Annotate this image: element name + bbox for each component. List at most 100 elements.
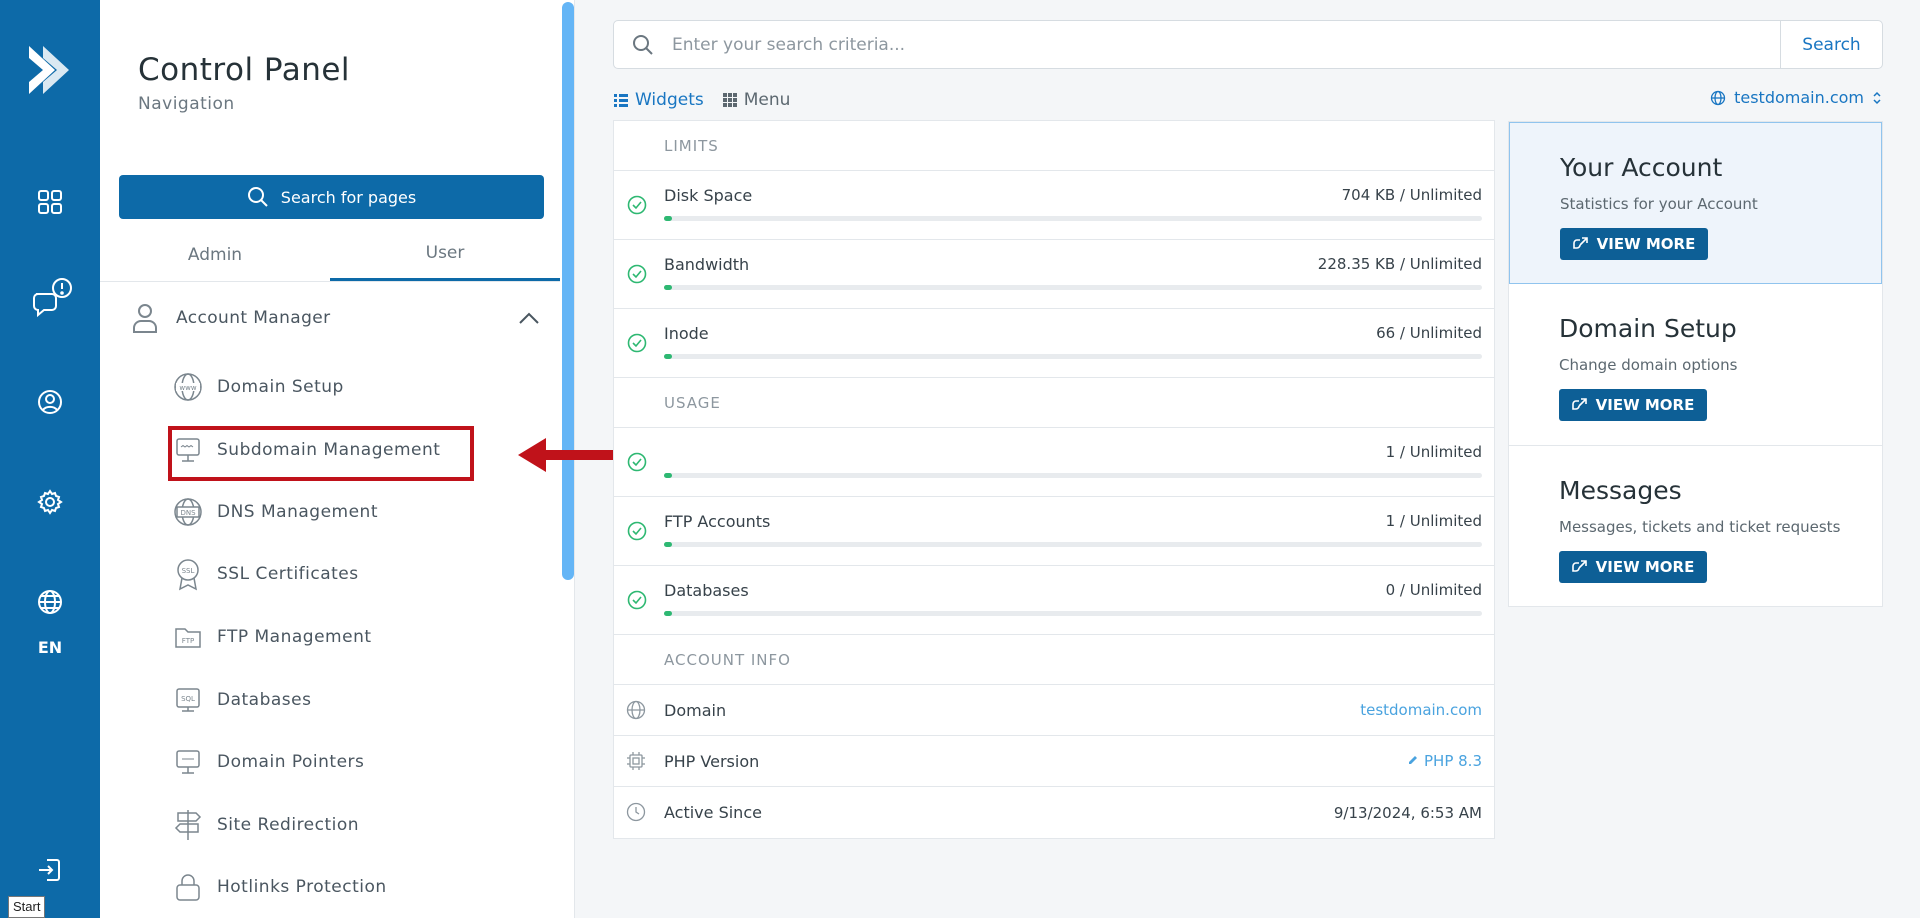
- nav-item-domain-pointers[interactable]: Domain Pointers: [173, 742, 364, 782]
- view-more-button[interactable]: VIEW MORE: [1559, 389, 1707, 421]
- settings-gear-icon[interactable]: [32, 484, 68, 520]
- nav-item-ssl-certificates[interactable]: SSL SSL Certificates: [173, 554, 359, 594]
- row-label: Domain: [664, 700, 727, 720]
- nav-item-label: FTP Management: [217, 627, 372, 647]
- start-tooltip: Start: [8, 896, 46, 918]
- row-label: Bandwidth: [664, 255, 750, 274]
- search-pages-label: Search for pages: [280, 187, 417, 207]
- updown-chevron-icon: [1873, 91, 1881, 104]
- row-label: Disk Space: [664, 186, 753, 205]
- row-value: 1 / Unlimited: [1385, 512, 1482, 530]
- globe-icon: [1710, 90, 1726, 105]
- app-rail: EN: [0, 0, 100, 918]
- language-label[interactable]: EN: [0, 638, 100, 657]
- progress-fill: [664, 473, 673, 478]
- usage-row-subdomains: 1 / Unlimited: [614, 428, 1494, 497]
- nav-item-label: Site Redirection: [217, 815, 360, 835]
- globe-icon: [626, 700, 646, 720]
- domain-selector[interactable]: testdomain.com: [1710, 88, 1882, 107]
- nav-item-domain-setup[interactable]: www Domain Setup: [173, 367, 344, 407]
- tab-widgets-label: Widgets: [635, 90, 704, 110]
- info-row-active-since: Active Since 9/13/2024, 6:53 AM: [614, 787, 1494, 838]
- logout-icon[interactable]: [32, 852, 68, 888]
- view-more-button[interactable]: VIEW MORE: [1560, 228, 1708, 260]
- user-account-icon[interactable]: [32, 384, 68, 420]
- nav-item-ftp-management[interactable]: FTP FTP Management: [173, 617, 372, 657]
- card-description: Messages, tickets and ticket requests: [1559, 518, 1841, 536]
- svg-text:www: www: [179, 384, 196, 392]
- account-info-header: ACCOUNT INFO: [614, 635, 1494, 685]
- logo-icon[interactable]: [25, 42, 75, 98]
- tab-menu-label: Menu: [743, 90, 791, 110]
- side-cards: Your Account Statistics for your Account…: [1508, 121, 1883, 607]
- nav-item-label: Domain Pointers: [217, 752, 365, 772]
- tab-admin[interactable]: Admin: [100, 228, 330, 281]
- panel-subtitle: Navigation: [138, 94, 235, 114]
- nav-item-label: DNS Management: [217, 502, 378, 522]
- account-manager-section[interactable]: Account Manager: [130, 300, 540, 336]
- php-version-link[interactable]: PHP 8.3: [1407, 752, 1482, 770]
- search-bar: Search: [613, 20, 1883, 69]
- svg-text:SSL: SSL: [182, 567, 195, 575]
- role-tabs: Admin User: [100, 228, 560, 282]
- language-globe-icon[interactable]: [32, 584, 68, 620]
- search-input[interactable]: [672, 34, 1780, 55]
- svg-text:DNS: DNS: [180, 509, 196, 517]
- row-label: Databases: [664, 581, 749, 600]
- view-tabs: Widgets Menu: [613, 90, 790, 110]
- progress-fill: [664, 542, 673, 547]
- row-label: FTP Accounts: [664, 512, 771, 531]
- nav-item-site-redirection[interactable]: Site Redirection: [173, 805, 359, 845]
- card-domain-setup: Domain Setup Change domain options VIEW …: [1509, 284, 1882, 446]
- card-description: Statistics for your Account: [1560, 195, 1758, 213]
- check-circle-icon: [627, 264, 647, 284]
- chevron-up-icon[interactable]: [518, 311, 540, 325]
- nav-item-hotlinks-protection[interactable]: Hotlinks Protection: [173, 867, 387, 907]
- card-title: Domain Setup: [1559, 314, 1737, 343]
- highlight-box: [168, 426, 474, 481]
- search-pages-button[interactable]: Search for pages: [119, 175, 544, 219]
- tab-menu[interactable]: Menu: [722, 90, 791, 110]
- sql-database-icon: SQL: [176, 688, 200, 712]
- support-tickets-icon[interactable]: [30, 276, 74, 320]
- www-globe-icon: www: [174, 373, 202, 401]
- section-label: Account Manager: [176, 308, 331, 328]
- search-button[interactable]: Search: [1780, 21, 1882, 68]
- row-label: Active Since: [664, 803, 762, 822]
- svg-text:SQL: SQL: [181, 695, 195, 703]
- card-description: Change domain options: [1559, 356, 1738, 374]
- nav-item-label: Hotlinks Protection: [217, 877, 387, 897]
- row-value: 9/13/2024, 6:53 AM: [1333, 803, 1482, 822]
- tab-user[interactable]: User: [330, 228, 560, 281]
- nav-item-label: SSL Certificates: [217, 564, 359, 584]
- nav-scrollbar-thumb[interactable]: [562, 2, 574, 580]
- progress-bar: [664, 542, 1482, 547]
- limit-row-disk-space: Disk Space 704 KB / Unlimited: [614, 171, 1494, 240]
- limit-row-inode: Inode 66 / Unlimited: [614, 309, 1494, 378]
- svg-text:FTP: FTP: [182, 637, 194, 645]
- nav-item-label: Domain Setup: [217, 377, 344, 397]
- row-value: 0 / Unlimited: [1385, 581, 1482, 599]
- view-more-label: VIEW MORE: [1595, 396, 1695, 414]
- grid-icon: [722, 93, 737, 107]
- view-more-button[interactable]: VIEW MORE: [1559, 551, 1707, 583]
- domain-link[interactable]: testdomain.com: [1360, 701, 1482, 719]
- limit-row-bandwidth: Bandwidth 228.35 KB / Unlimited: [614, 240, 1494, 309]
- tab-widgets[interactable]: Widgets: [613, 90, 704, 110]
- check-circle-icon: [627, 195, 647, 215]
- domain-selector-label: testdomain.com: [1734, 88, 1864, 107]
- check-circle-icon: [627, 521, 647, 541]
- row-label: Inode: [664, 324, 709, 343]
- person-icon: [133, 304, 157, 333]
- nav-item-databases[interactable]: SQL Databases: [173, 680, 311, 720]
- card-messages: Messages Messages, tickets and ticket re…: [1509, 446, 1882, 606]
- panel-title: Control Panel: [138, 52, 351, 88]
- nav-item-dns-management[interactable]: DNS DNS Management: [173, 492, 378, 532]
- main-content: Search Widgets Menu testdomain.com: [575, 0, 1920, 918]
- check-circle-icon: [627, 333, 647, 353]
- row-label: PHP Version: [664, 751, 760, 771]
- share-link-icon: [1571, 560, 1587, 572]
- ssl-badge-icon: SSL: [177, 559, 199, 591]
- info-row-domain: Domain testdomain.com: [614, 685, 1494, 736]
- dashboard-grid-icon[interactable]: [32, 184, 68, 220]
